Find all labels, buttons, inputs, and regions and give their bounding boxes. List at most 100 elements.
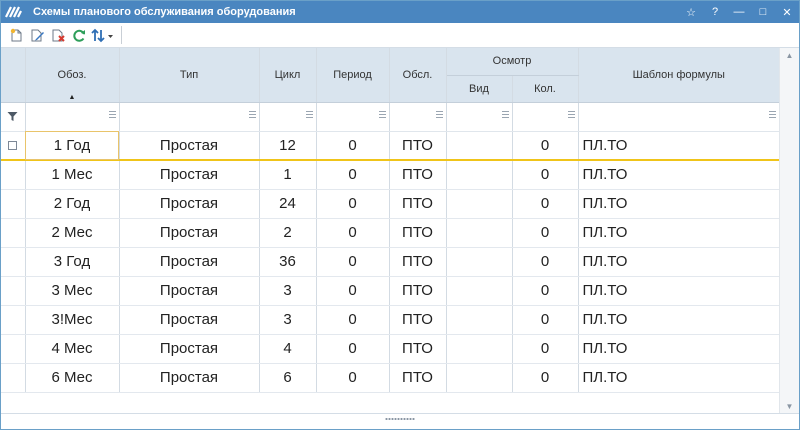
column-header-kind[interactable]: Вид: [446, 75, 513, 103]
cell-kind[interactable]: [446, 334, 513, 364]
filter-cell-kind[interactable]: [446, 102, 513, 132]
table-row[interactable]: 3!Мес Простая 3 0 ПТО 0 ПЛ.ТО: [1, 305, 779, 335]
close-button[interactable]: ✕: [775, 1, 799, 23]
cell-kind[interactable]: [446, 276, 513, 306]
cell-kind[interactable]: [446, 160, 513, 190]
cell-formula[interactable]: ПЛ.ТО: [578, 363, 779, 393]
cell-code[interactable]: 2 Год: [25, 189, 120, 219]
resize-grip-icon[interactable]: [385, 417, 415, 421]
sort-icon[interactable]: [90, 25, 116, 45]
column-header-count[interactable]: Кол.: [512, 75, 579, 103]
cell-code[interactable]: 1 Мес: [25, 160, 120, 190]
table-row[interactable]: 4 Мес Простая 4 0 ПТО 0 ПЛ.ТО: [1, 334, 779, 364]
cell-period[interactable]: 0: [316, 334, 390, 364]
cell-kind[interactable]: [446, 189, 513, 219]
cell-code[interactable]: 3 Год: [25, 247, 120, 277]
filter-cell-formula[interactable]: [578, 102, 779, 132]
table-row[interactable]: 3 Мес Простая 3 0 ПТО 0 ПЛ.ТО: [1, 276, 779, 306]
cell-cycle[interactable]: 36: [259, 247, 317, 277]
cell-period[interactable]: 0: [316, 218, 390, 248]
cell-count[interactable]: 0: [512, 305, 579, 335]
cell-kind[interactable]: [446, 218, 513, 248]
filter-cell-service[interactable]: [389, 102, 447, 132]
cell-service[interactable]: ПТО: [389, 160, 447, 190]
cell-cycle[interactable]: 4: [259, 334, 317, 364]
cell-formula[interactable]: ПЛ.ТО: [578, 160, 779, 190]
cell-type[interactable]: Простая: [119, 131, 260, 161]
cell-type[interactable]: Простая: [119, 160, 260, 190]
cell-period[interactable]: 0: [316, 131, 390, 161]
cell-cycle[interactable]: 2: [259, 218, 317, 248]
cell-count[interactable]: 0: [512, 189, 579, 219]
cell-period[interactable]: 0: [316, 363, 390, 393]
cell-type[interactable]: Простая: [119, 363, 260, 393]
cell-type[interactable]: Простая: [119, 305, 260, 335]
row-selector[interactable]: [1, 189, 26, 219]
table-row[interactable]: 1 Мес Простая 1 0 ПТО 0 ПЛ.ТО: [1, 160, 779, 190]
cell-kind[interactable]: [446, 363, 513, 393]
cell-count[interactable]: 0: [512, 276, 579, 306]
filter-menu-icon[interactable]: [501, 110, 509, 118]
cell-type[interactable]: Простая: [119, 276, 260, 306]
vertical-scrollbar[interactable]: ▲ ▼: [779, 48, 799, 413]
filter-menu-icon[interactable]: [769, 110, 776, 118]
cell-service[interactable]: ПТО: [389, 334, 447, 364]
filter-menu-icon[interactable]: [435, 110, 443, 118]
cell-code[interactable]: 3!Мес: [25, 305, 120, 335]
row-selector[interactable]: [1, 334, 26, 364]
cell-count[interactable]: 0: [512, 160, 579, 190]
cell-count[interactable]: 0: [512, 218, 579, 248]
cell-service[interactable]: ПТО: [389, 363, 447, 393]
cell-period[interactable]: 0: [316, 247, 390, 277]
table-row[interactable]: 1 Год Простая 12 0 ПТО 0 ПЛ.ТО: [1, 131, 779, 161]
table-row[interactable]: 6 Мес Простая 6 0 ПТО 0 ПЛ.ТО: [1, 363, 779, 393]
filter-cell-count[interactable]: [512, 102, 579, 132]
cell-cycle[interactable]: 1: [259, 160, 317, 190]
table-row[interactable]: 2 Мес Простая 2 0 ПТО 0 ПЛ.ТО: [1, 218, 779, 248]
maximize-button[interactable]: □: [751, 1, 775, 23]
cell-kind[interactable]: [446, 305, 513, 335]
filter-cell-type[interactable]: [119, 102, 260, 132]
new-document-icon[interactable]: [6, 25, 26, 45]
cell-cycle[interactable]: 24: [259, 189, 317, 219]
cell-formula[interactable]: ПЛ.ТО: [578, 305, 779, 335]
column-header-cycle[interactable]: Цикл: [259, 48, 317, 103]
row-selector[interactable]: [1, 305, 26, 335]
cell-code[interactable]: 4 Мес: [25, 334, 120, 364]
cell-service[interactable]: ПТО: [389, 189, 447, 219]
refresh-icon[interactable]: [69, 25, 89, 45]
cell-type[interactable]: Простая: [119, 218, 260, 248]
help-button[interactable]: ?: [703, 1, 727, 23]
row-selector[interactable]: [1, 131, 26, 161]
filter-cell-period[interactable]: [316, 102, 390, 132]
cell-service[interactable]: ПТО: [389, 131, 447, 161]
row-selector[interactable]: [1, 276, 26, 306]
cell-kind[interactable]: [446, 247, 513, 277]
filter-menu-icon[interactable]: [567, 110, 575, 118]
filter-menu-icon[interactable]: [108, 110, 116, 118]
row-selector[interactable]: [1, 160, 26, 190]
cell-formula[interactable]: ПЛ.ТО: [578, 334, 779, 364]
cell-formula[interactable]: ПЛ.ТО: [578, 189, 779, 219]
filter-funnel-icon[interactable]: [1, 103, 25, 131]
cell-formula[interactable]: ПЛ.ТО: [578, 131, 779, 161]
column-header-period[interactable]: Период: [316, 48, 390, 103]
cell-period[interactable]: 0: [316, 189, 390, 219]
cell-kind[interactable]: [446, 131, 513, 161]
cell-count[interactable]: 0: [512, 334, 579, 364]
cell-code[interactable]: 6 Мес: [25, 363, 120, 393]
filter-menu-icon[interactable]: [248, 110, 256, 118]
cell-service[interactable]: ПТО: [389, 305, 447, 335]
filter-cell-cycle[interactable]: [259, 102, 317, 132]
edit-icon[interactable]: [27, 25, 47, 45]
cell-period[interactable]: 0: [316, 305, 390, 335]
cell-service[interactable]: ПТО: [389, 247, 447, 277]
scroll-down-icon[interactable]: ▼: [780, 399, 799, 413]
cell-cycle[interactable]: 3: [259, 276, 317, 306]
cell-code[interactable]: 2 Мес: [25, 218, 120, 248]
filter-cell-code[interactable]: [25, 102, 120, 132]
column-header-type[interactable]: Тип: [119, 48, 260, 103]
cell-count[interactable]: 0: [512, 247, 579, 277]
table-row[interactable]: 3 Год Простая 36 0 ПТО 0 ПЛ.ТО: [1, 247, 779, 277]
favorite-star-icon[interactable]: ☆: [679, 1, 703, 23]
